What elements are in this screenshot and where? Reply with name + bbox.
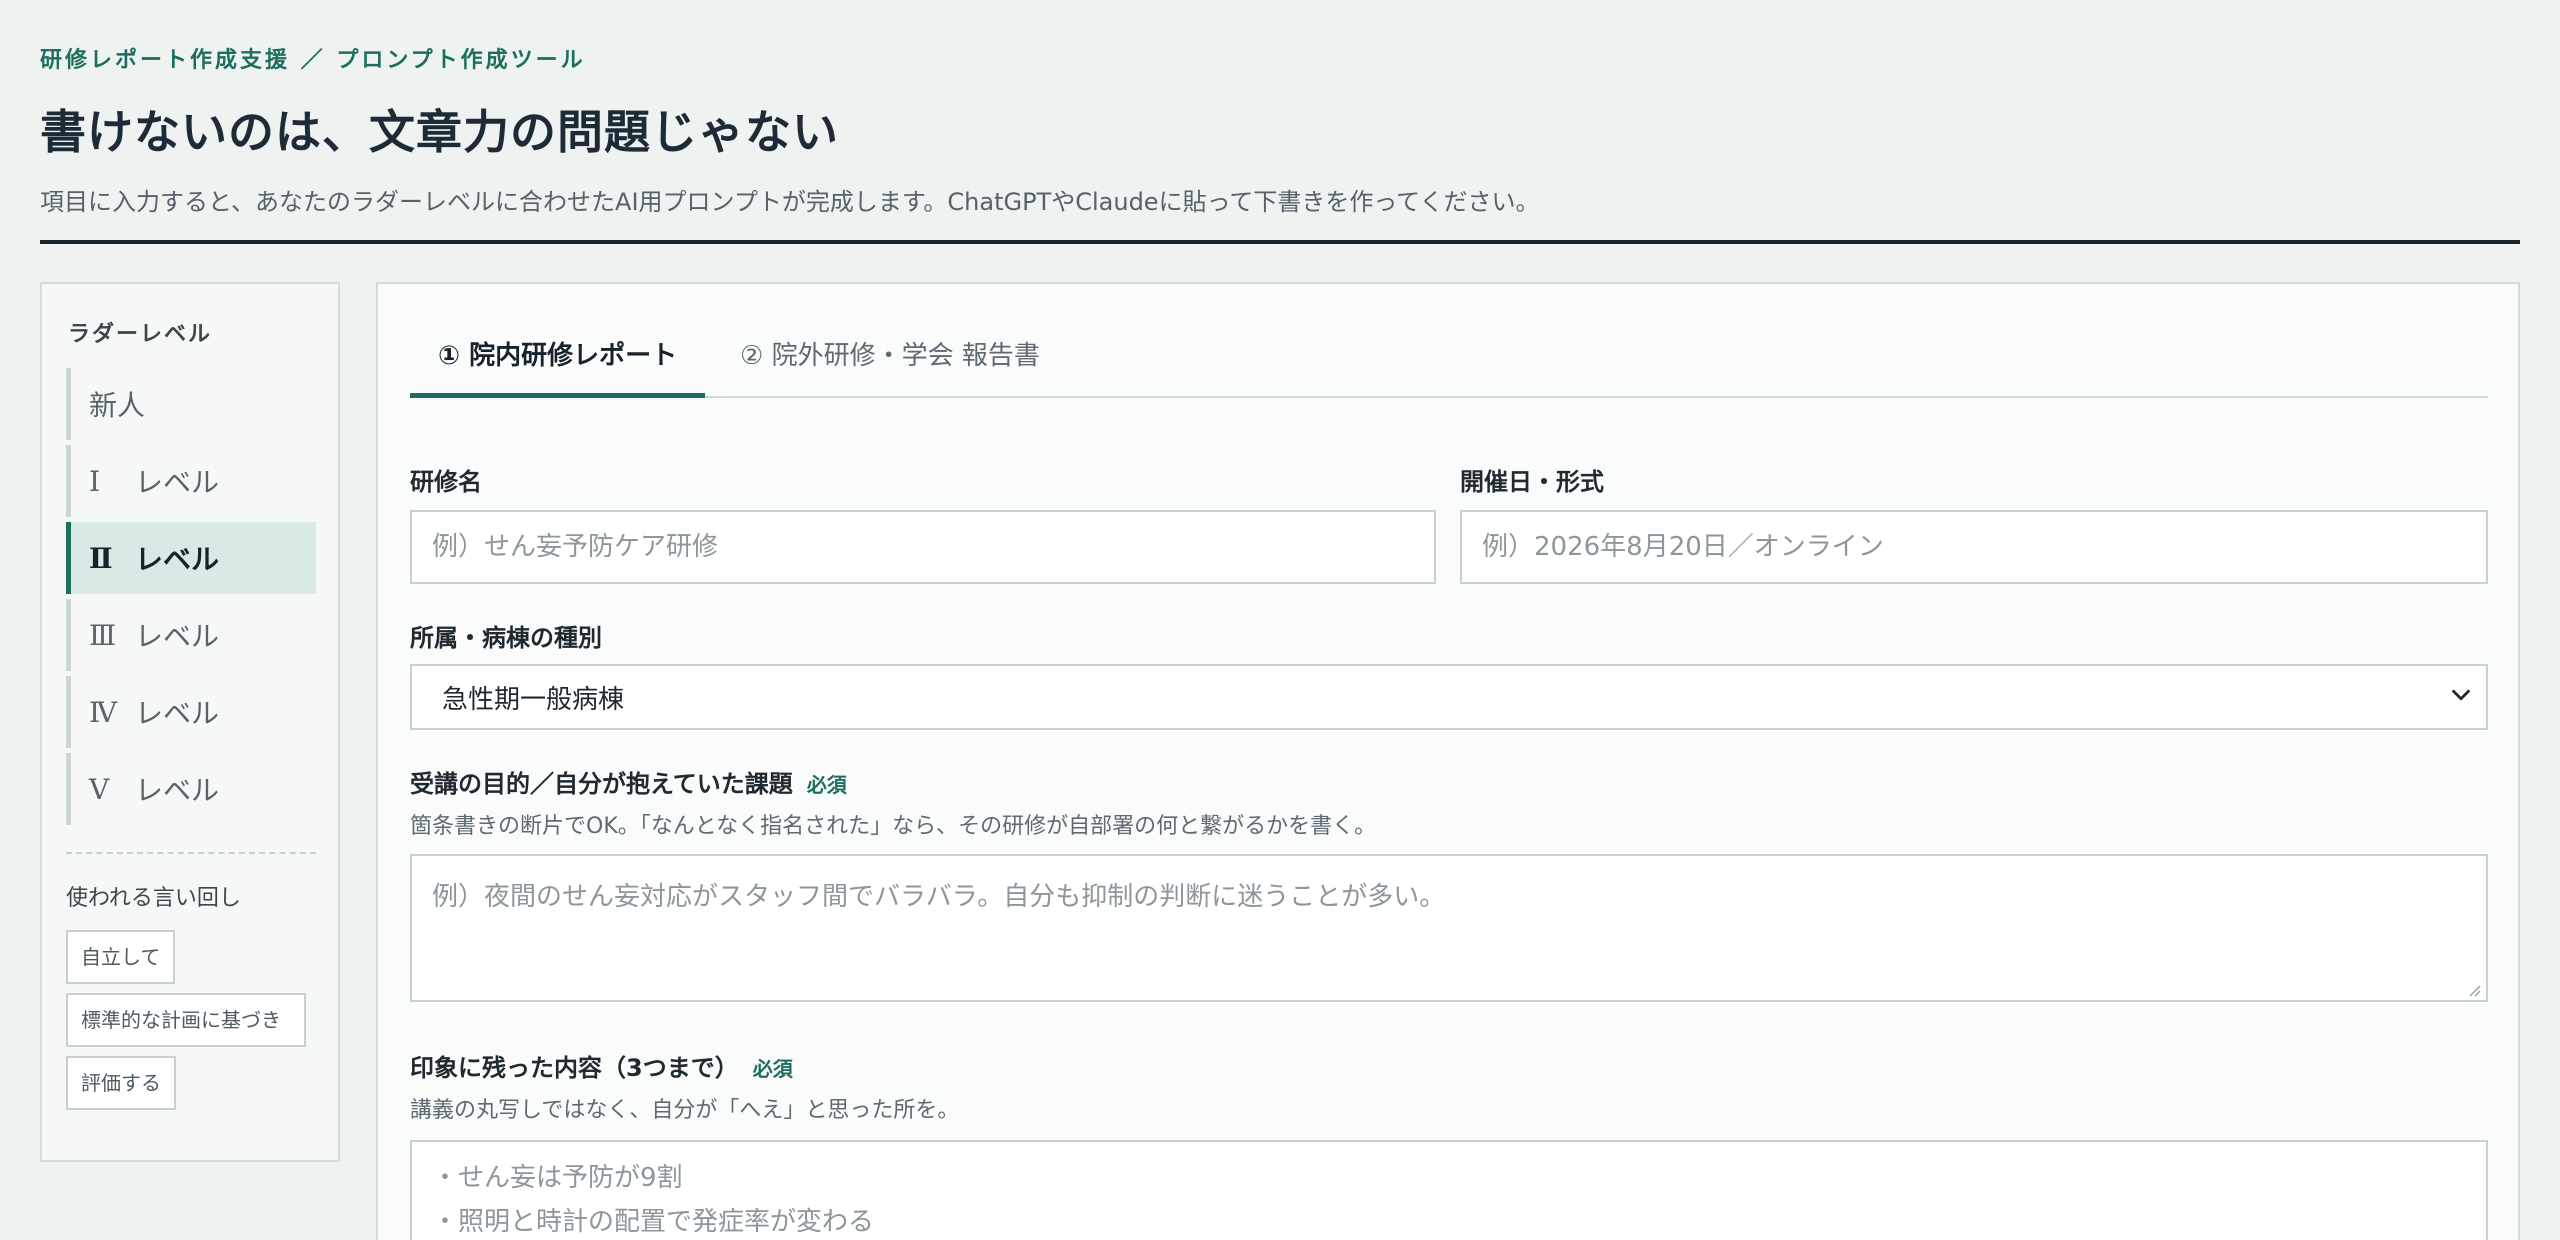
- level-label: レベル: [135, 466, 220, 499]
- purpose-hint: 箇条書きの断片でOK。「なんとなく指名された」なら、その研修が自部署の何と繋がる…: [410, 814, 1377, 839]
- level-label: レベル: [135, 697, 220, 730]
- level-item-1[interactable]: Ⅰ レベル: [66, 445, 316, 517]
- level-label: レベル: [135, 774, 220, 807]
- ward-type-value: 急性期一般病棟: [442, 684, 625, 715]
- impressions-label-row: 印象に残った内容（3つまで） 必須: [410, 1048, 793, 1083]
- phrase-chip[interactable]: 自立して: [66, 930, 176, 984]
- level-item-4[interactable]: Ⅳ レベル: [66, 676, 316, 748]
- ward-type-label: 所属・病棟の種別: [410, 624, 602, 652]
- impression-line: ・照明と時計の配置で発症率が変わる: [432, 1207, 875, 1237]
- purpose-label: 受講の目的／自分が抱えていた課題: [410, 770, 793, 798]
- level-item-3[interactable]: Ⅲ レベル: [66, 599, 316, 671]
- level-item-2[interactable]: Ⅱ レベル: [66, 522, 316, 594]
- purpose-label-row: 受講の目的／自分が抱えていた課題 必須: [410, 764, 847, 799]
- page-title: 書けないのは、文章力の問題じゃない: [40, 105, 839, 159]
- level-roman: Ⅰ: [89, 464, 101, 498]
- ladder-level-sidebar: ラダーレベル 新人 Ⅰ レベル Ⅱ レベル Ⅲ レベル Ⅳ レベル Ⅴ レベル …: [40, 282, 340, 1162]
- purpose-textarea[interactable]: [410, 854, 2488, 1002]
- ward-type-select[interactable]: 急性期一般病棟: [410, 664, 2488, 730]
- training-name-label: 研修名: [410, 468, 482, 496]
- level-roman: Ⅳ: [89, 695, 117, 729]
- tab-external-training-report[interactable]: ② 院外研修・学会 報告書: [712, 332, 1068, 398]
- date-format-input[interactable]: [1460, 510, 2488, 584]
- level-roman: Ⅱ: [89, 541, 113, 575]
- impressions-label: 印象に残った内容（3つまで）: [410, 1054, 739, 1082]
- level-roman: Ⅲ: [89, 618, 117, 652]
- page-subtitle: 項目に入力すると、あなたのラダーレベルに合わせたAI用プロンプトが完成します。C…: [40, 188, 1540, 216]
- level-item-new[interactable]: 新人: [66, 368, 316, 440]
- impression-line: ・せん妄は予防が9割: [432, 1163, 683, 1193]
- phrase-chip[interactable]: 標準的な計画に基づき: [66, 993, 306, 1047]
- chevron-down-icon: [2452, 689, 2470, 701]
- impressions-textarea[interactable]: ・せん妄は予防が9割 ・照明と時計の配置で発症率が変わる: [410, 1140, 2488, 1240]
- phrase-chips: 自立して 標準的な計画に基づき 評価する: [66, 930, 322, 1119]
- impressions-hint: 講義の丸写しではなく、自分が「へえ」と思った所を。: [410, 1098, 960, 1123]
- sidebar-divider: [66, 852, 316, 854]
- level-roman: 新人: [89, 389, 146, 422]
- level-label: レベル: [135, 543, 220, 576]
- level-label: レベル: [135, 620, 220, 653]
- tab-internal-training-report[interactable]: ① 院内研修レポート: [410, 332, 706, 398]
- phrases-heading: 使われる言い回し: [66, 886, 241, 911]
- required-badge: 必須: [806, 773, 847, 797]
- ladder-level-heading: ラダーレベル: [68, 322, 213, 347]
- level-item-5[interactable]: Ⅴ レベル: [66, 753, 316, 825]
- header-divider: [40, 240, 2520, 244]
- training-name-input[interactable]: [410, 510, 1436, 584]
- resize-handle-icon[interactable]: [2466, 982, 2482, 998]
- breadcrumb: 研修レポート作成支援 ／ プロンプト作成ツール: [40, 48, 586, 73]
- page: 研修レポート作成支援 ／ プロンプト作成ツール 書けないのは、文章力の問題じゃな…: [0, 0, 2560, 1240]
- level-roman: Ⅴ: [89, 772, 110, 806]
- phrase-chip[interactable]: 評価する: [66, 1056, 176, 1110]
- date-format-label: 開催日・形式: [1460, 468, 1604, 496]
- required-badge: 必須: [752, 1057, 793, 1081]
- report-form-panel: ① 院内研修レポート ② 院外研修・学会 報告書 研修名 開催日・形式 所属・病…: [376, 282, 2520, 1240]
- report-type-tabs: ① 院内研修レポート ② 院外研修・学会 報告書: [410, 332, 2488, 398]
- level-list: 新人 Ⅰ レベル Ⅱ レベル Ⅲ レベル Ⅳ レベル Ⅴ レベル: [66, 368, 316, 830]
